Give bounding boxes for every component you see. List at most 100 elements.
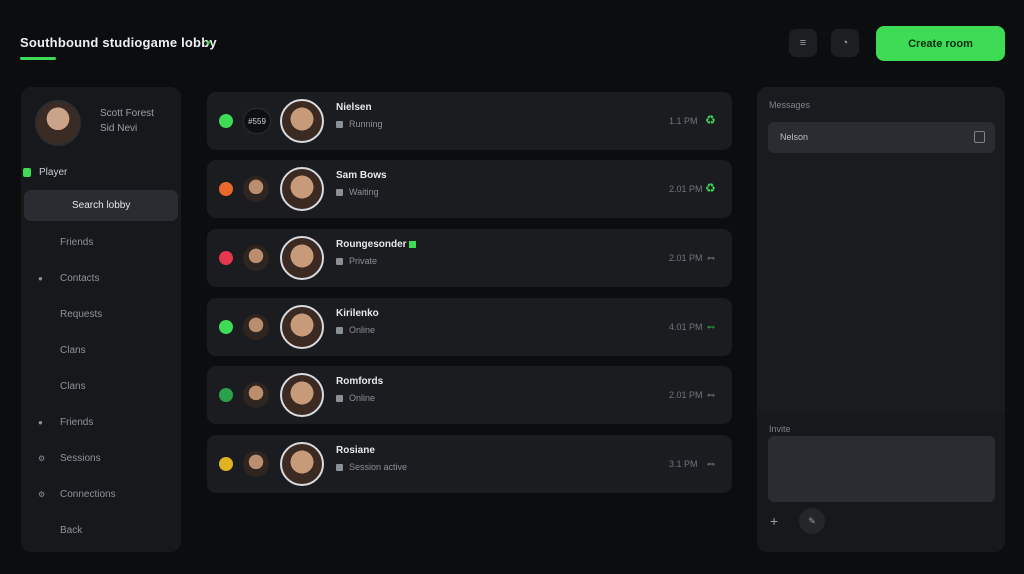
avatar[interactable] (280, 442, 324, 486)
mini-avatar (243, 245, 269, 271)
chat-row[interactable]: Romfords Online 2.01 PM ⇔ (207, 366, 732, 424)
timestamp: 2.01 PM (669, 390, 703, 400)
avatar[interactable] (280, 373, 324, 417)
action-icon[interactable]: ⇔ (705, 387, 717, 401)
sidebar-item-label: Connections (60, 489, 116, 500)
message-icon (336, 464, 343, 471)
message-preview: Online (349, 325, 376, 335)
status-indicator (219, 320, 233, 334)
chevron-down-icon[interactable]: ▾ (206, 38, 211, 49)
add-icon[interactable]: + (770, 513, 778, 529)
status-indicator (219, 457, 233, 471)
timestamp: 2.01 PM (669, 253, 703, 263)
avatar[interactable] (280, 99, 324, 143)
sidebar-item-label: Search lobby (72, 200, 131, 211)
action-icon[interactable]: ♻ (705, 181, 716, 195)
action-icon[interactable]: ⇔ (705, 319, 717, 333)
pencil-icon: ✎ (808, 515, 816, 526)
avatar[interactable] (280, 236, 324, 280)
timestamp: 1.1 PM (669, 116, 698, 126)
sidebar-item[interactable]: ● Contacts (24, 263, 178, 294)
header: Southbound studiogame lobby ▾ ≡ ◔ Create… (0, 0, 1024, 78)
contact-name: Romfords (336, 376, 383, 387)
mini-avatar: #559 (243, 108, 271, 134)
sidebar-item-label: Sessions (60, 453, 101, 464)
contact-name-text: Sam Bows (336, 170, 387, 181)
sidebar-item[interactable]: Requests (24, 299, 178, 330)
nav-icon: ⚙ (38, 490, 46, 499)
profile-icon: ◔ (841, 37, 849, 49)
message-icon (336, 121, 343, 128)
sidebar-item[interactable]: Clans (24, 371, 178, 402)
message-preview: Online (349, 393, 376, 403)
message-preview: Private (349, 256, 378, 266)
status-row: Player (21, 165, 181, 181)
active-tab-indicator (20, 57, 56, 60)
sidebar-item[interactable]: Clans (24, 335, 178, 366)
chat-row[interactable]: Roungesonder Private 2.01 PM ⇔ (207, 229, 732, 287)
message-input[interactable] (768, 436, 995, 502)
mini-avatar (243, 176, 269, 202)
timestamp: 3.1 PM (669, 459, 698, 469)
edit-button[interactable]: ✎ (799, 508, 825, 534)
action-icon[interactable]: ⇔ (705, 456, 717, 470)
menu-icon: ≡ (799, 37, 807, 49)
verified-badge (408, 240, 416, 248)
avatar[interactable] (280, 167, 324, 211)
contact-name: Rosiane (336, 445, 375, 456)
contact-name: Kirilenko (336, 308, 379, 319)
nav-icon: ⚙ (38, 454, 46, 463)
message-icon (336, 258, 343, 265)
sidebar-item[interactable]: Search lobby (24, 190, 178, 221)
action-icon[interactable]: ⇔ (705, 250, 717, 264)
chat-row[interactable]: Sam Bows Waiting 2.01 PM ♻ (207, 160, 732, 218)
message-preview: Running (349, 119, 383, 129)
message-icon (336, 189, 343, 196)
sidebar-item-label: Clans (60, 345, 86, 356)
chat-row[interactable]: Rosiane Session active 3.1 PM ⇔ (207, 435, 732, 493)
create-room-button[interactable]: Create room (876, 26, 1005, 61)
contact-name: Nielsen (336, 102, 372, 113)
status-indicator (23, 168, 31, 177)
copy-icon[interactable] (974, 131, 985, 143)
timestamp: 2.01 PM (669, 184, 703, 194)
message-preview: Session active (349, 462, 408, 472)
status-indicator (219, 388, 233, 402)
chat-row[interactable]: #559 Nielsen Running 1.1 PM ♻ (207, 92, 732, 150)
sidebar-item[interactable]: Friends (24, 227, 178, 258)
mini-avatar (243, 451, 269, 477)
contact-name-text: Rosiane (336, 445, 375, 456)
status-indicator (219, 251, 233, 265)
sidebar-item-label: Requests (60, 309, 103, 320)
right-panel: Messages Nelson Invite + ✎ (757, 87, 1005, 552)
chat-row[interactable]: Kirilenko Online 4.01 PM ⇔ (207, 298, 732, 356)
contact-name-text: Nielsen (336, 102, 372, 113)
sidebar-item-label: Clans (60, 381, 86, 392)
nav-icon: ● (38, 418, 43, 427)
timestamp: 4.01 PM (669, 322, 703, 332)
sidebar-item[interactable]: ⚙ Sessions (24, 443, 178, 474)
sidebar-item-label: Back (60, 525, 83, 536)
page-title: Southbound studiogame lobby (20, 35, 217, 50)
recipient-field[interactable]: Nelson (768, 122, 995, 153)
contact-name-text: Roungesonder (336, 239, 407, 250)
action-icon[interactable]: ♻ (705, 113, 716, 127)
sidebar-item-label: Contacts (60, 273, 100, 284)
sidebar-item[interactable]: Back (24, 515, 178, 546)
sidebar-item[interactable]: ⚙ Connections (24, 479, 178, 510)
mini-avatar (243, 382, 269, 408)
avatar[interactable] (280, 305, 324, 349)
sidebar-item-label: Friends (60, 417, 94, 428)
message-preview: Waiting (349, 187, 379, 197)
menu-button[interactable]: ≡ (789, 29, 817, 57)
message-icon (336, 395, 343, 402)
contact-name-text: Kirilenko (336, 308, 379, 319)
contact-name-text: Romfords (336, 376, 384, 387)
recipient-value: Nelson (780, 132, 809, 142)
messages-label: Messages (769, 100, 811, 110)
profile-subtitle: Sid Nevi (100, 123, 138, 134)
avatar[interactable] (35, 100, 81, 146)
sidebar-item[interactable]: ● Friends (24, 407, 178, 438)
nav-icon: ● (38, 274, 43, 283)
profile-button[interactable]: ◔ (831, 29, 859, 57)
